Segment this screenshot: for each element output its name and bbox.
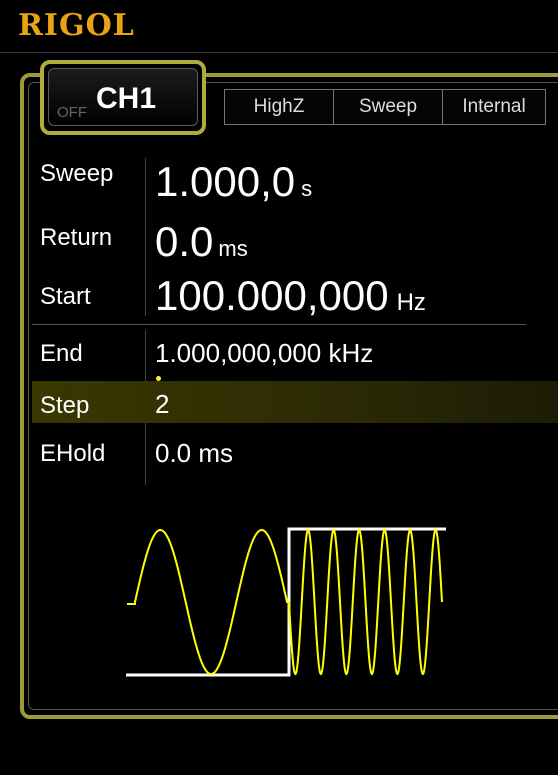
- sweep-signal-trace: [127, 528, 443, 676]
- sweep-waveform-graphic: [126, 527, 446, 677]
